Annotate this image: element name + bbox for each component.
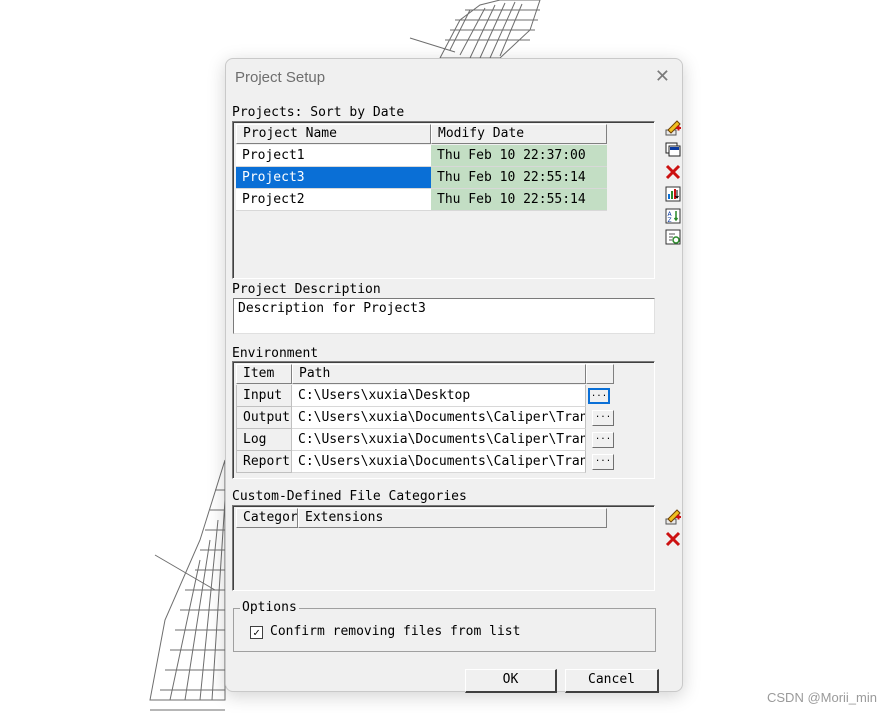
ok-button[interactable]: OK — [465, 669, 557, 693]
projects-list[interactable]: Project Name Modify Date Project1 Thu Fe… — [232, 121, 655, 279]
column-header-browse — [586, 364, 614, 384]
project-row-date[interactable]: Thu Feb 10 22:55:14 — [431, 189, 607, 211]
options-label: Options — [240, 600, 299, 615]
copy-project-icon — [665, 142, 680, 157]
file-categories-label: Custom-Defined File Categories — [232, 489, 467, 504]
watermark-text: CSDN @Morii_min — [767, 690, 877, 705]
sort-by-name-button[interactable]: A Z — [663, 207, 682, 225]
options-group: Options ✓ Confirm removing files from li… — [233, 600, 656, 652]
cancel-button[interactable]: Cancel — [565, 669, 659, 693]
sort-by-name-icon: A Z — [665, 208, 680, 224]
dialog-title: Project Setup — [235, 69, 326, 86]
refresh-button[interactable] — [663, 228, 682, 246]
browse-report-button[interactable]: ... — [592, 454, 614, 470]
env-item-cell: Report — [236, 451, 292, 473]
project-row-name-selected[interactable]: Project3 — [236, 167, 431, 189]
project-row-name[interactable]: Project1 — [236, 145, 431, 167]
column-header-category[interactable]: Category — [236, 508, 298, 528]
env-path-cell[interactable]: C:\Users\xuxia\Documents\Caliper\TransCA… — [292, 429, 586, 451]
add-category-button[interactable] — [663, 508, 682, 526]
env-item-cell: Input — [236, 385, 292, 407]
column-header-extensions[interactable]: Extensions — [298, 508, 607, 528]
environment-label: Environment — [232, 346, 319, 361]
environment-table: Item Path Input C:\Users\xuxia\Desktop .… — [232, 361, 655, 479]
add-project-icon — [665, 120, 681, 136]
file-categories-list[interactable]: Category Extensions — [232, 505, 655, 591]
browse-log-button[interactable]: ... — [592, 432, 614, 448]
env-item-cell: Log — [236, 429, 292, 451]
column-header-path[interactable]: Path — [292, 364, 586, 384]
delete-icon — [665, 531, 680, 547]
close-icon[interactable]: ✕ — [655, 66, 670, 87]
env-path-cell[interactable]: C:\Users\xuxia\Documents\Caliper\TransCA… — [292, 451, 586, 473]
sort-by-date-icon — [665, 186, 680, 202]
project-description-input[interactable]: Description for Project3 — [233, 298, 655, 334]
env-path-cell[interactable]: C:\Users\xuxia\Desktop — [292, 385, 586, 407]
projects-label: Projects: Sort by Date — [232, 105, 405, 120]
confirm-removing-checkbox[interactable]: ✓ — [250, 626, 263, 639]
env-item-cell: Output — [236, 407, 292, 429]
add-icon — [665, 509, 681, 525]
column-header-project-name[interactable]: Project Name — [236, 124, 431, 144]
confirm-removing-label: Confirm removing files from list — [270, 624, 521, 639]
column-header-item[interactable]: Item — [236, 364, 292, 384]
refresh-icon — [665, 229, 680, 245]
browse-input-button[interactable]: ... — [588, 388, 610, 404]
project-setup-dialog: Project Setup ✕ Projects: Sort by Date P… — [225, 58, 683, 693]
env-path-cell[interactable]: C:\Users\xuxia\Documents\Caliper\TransCA… — [292, 407, 586, 429]
add-project-button[interactable] — [663, 119, 682, 137]
delete-category-button[interactable] — [663, 530, 682, 548]
delete-icon — [665, 164, 680, 180]
copy-project-button[interactable] — [663, 141, 682, 159]
svg-text:Z: Z — [667, 217, 671, 224]
project-row-date[interactable]: Thu Feb 10 22:37:00 — [431, 145, 607, 167]
project-description-label: Project Description — [232, 282, 381, 297]
column-header-modify-date[interactable]: Modify Date — [431, 124, 607, 144]
project-row-date[interactable]: Thu Feb 10 22:55:14 — [431, 167, 607, 189]
project-row-name[interactable]: Project2 — [236, 189, 431, 211]
sort-by-date-button[interactable] — [663, 185, 682, 203]
delete-project-button[interactable] — [663, 163, 682, 181]
browse-output-button[interactable]: ... — [592, 410, 614, 426]
